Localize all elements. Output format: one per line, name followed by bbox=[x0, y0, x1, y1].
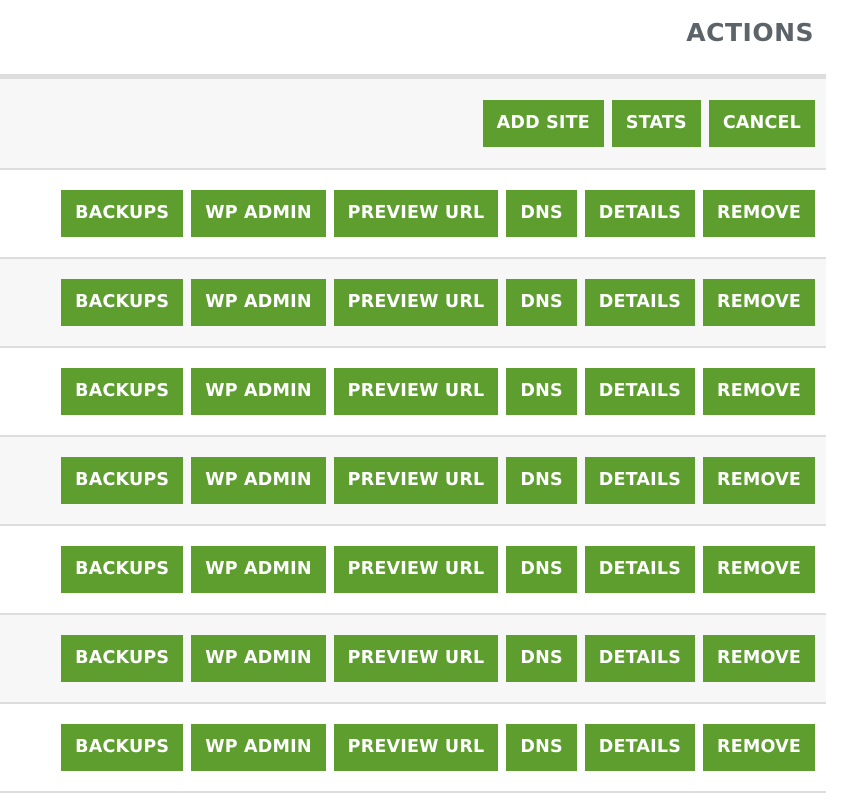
table-row: BACKUPS WP ADMIN PREVIEW URL DNS DETAILS REMO… bbox=[0, 704, 826, 793]
add-site-button[interactable]: ADD SITE bbox=[482, 100, 604, 147]
remove-button[interactable]: REMOVE bbox=[703, 724, 815, 771]
backups-button[interactable]: BACKUPS bbox=[61, 279, 184, 326]
preview-url-button[interactable]: PREVIEW URL bbox=[333, 724, 499, 771]
details-button[interactable]: DETAILS bbox=[584, 279, 696, 326]
wp-admin-button[interactable]: WP ADMIN bbox=[191, 635, 326, 682]
wp-admin-button[interactable]: WP ADMIN bbox=[191, 546, 326, 593]
dns-button[interactable]: DNS bbox=[506, 368, 577, 415]
preview-url-button[interactable]: PREVIEW URL bbox=[333, 279, 499, 326]
table-row: BACKUPS WP ADMIN PREVIEW URL DNS DETAILS REMO… bbox=[0, 437, 826, 526]
remove-button[interactable]: REMOVE bbox=[703, 368, 815, 415]
dns-button[interactable]: DNS bbox=[506, 279, 577, 326]
table-header: ACTIONS bbox=[0, 0, 826, 79]
add-site-row: ADD SITE STATS CANCEL bbox=[0, 79, 826, 170]
cancel-button[interactable]: CANCEL bbox=[708, 100, 815, 147]
dns-button[interactable]: DNS bbox=[506, 724, 577, 771]
preview-url-button[interactable]: PREVIEW URL bbox=[333, 190, 499, 237]
preview-url-button[interactable]: PREVIEW URL bbox=[333, 368, 499, 415]
backups-button[interactable]: BACKUPS bbox=[61, 635, 184, 682]
preview-url-button[interactable]: PREVIEW URL bbox=[333, 546, 499, 593]
table-row: BACKUPS WP ADMIN PREVIEW URL DNS DETAILS REMO… bbox=[0, 259, 826, 348]
table-row: BACKUPS WP ADMIN PREVIEW URL DNS DETAILS REMO… bbox=[0, 348, 826, 437]
wp-admin-button[interactable]: WP ADMIN bbox=[191, 368, 326, 415]
details-button[interactable]: DETAILS bbox=[584, 635, 696, 682]
dns-button[interactable]: DNS bbox=[506, 635, 577, 682]
backups-button[interactable]: BACKUPS bbox=[61, 546, 184, 593]
wp-admin-button[interactable]: WP ADMIN bbox=[191, 457, 326, 504]
table-row: BACKUPS WP ADMIN PREVIEW URL DNS DETAILS REMO… bbox=[0, 615, 826, 704]
details-button[interactable]: DETAILS bbox=[584, 546, 696, 593]
remove-button[interactable]: REMOVE bbox=[703, 457, 815, 504]
stats-button[interactable]: STATS bbox=[611, 100, 701, 147]
table-row: BACKUPS WP ADMIN PREVIEW URL DNS DETAILS REMO… bbox=[0, 170, 826, 259]
remove-button[interactable]: REMOVE bbox=[703, 279, 815, 326]
details-button[interactable]: DETAILS bbox=[584, 368, 696, 415]
preview-url-button[interactable]: PREVIEW URL bbox=[333, 457, 499, 504]
backups-button[interactable]: BACKUPS bbox=[61, 724, 184, 771]
remove-button[interactable]: REMOVE bbox=[703, 635, 815, 682]
remove-button[interactable]: REMOVE bbox=[703, 546, 815, 593]
wp-admin-button[interactable]: WP ADMIN bbox=[191, 279, 326, 326]
dns-button[interactable]: DNS bbox=[506, 190, 577, 237]
dns-button[interactable]: DNS bbox=[506, 457, 577, 504]
backups-button[interactable]: BACKUPS bbox=[61, 457, 184, 504]
backups-button[interactable]: BACKUPS bbox=[61, 368, 184, 415]
wp-admin-button[interactable]: WP ADMIN bbox=[191, 190, 326, 237]
sites-table: ACTIONS ADD SITE STATS CANCEL BACKUPS WP … bbox=[0, 0, 826, 793]
table-row: BACKUPS WP ADMIN PREVIEW URL DNS DETAILS REMO… bbox=[0, 526, 826, 615]
details-button[interactable]: DETAILS bbox=[584, 457, 696, 504]
wp-admin-button[interactable]: WP ADMIN bbox=[191, 724, 326, 771]
dns-button[interactable]: DNS bbox=[506, 546, 577, 593]
remove-button[interactable]: REMOVE bbox=[703, 190, 815, 237]
preview-url-button[interactable]: PREVIEW URL bbox=[333, 635, 499, 682]
actions-column-header: ACTIONS bbox=[686, 18, 814, 47]
backups-button[interactable]: BACKUPS bbox=[61, 190, 184, 237]
details-button[interactable]: DETAILS bbox=[584, 724, 696, 771]
details-button[interactable]: DETAILS bbox=[584, 190, 696, 237]
